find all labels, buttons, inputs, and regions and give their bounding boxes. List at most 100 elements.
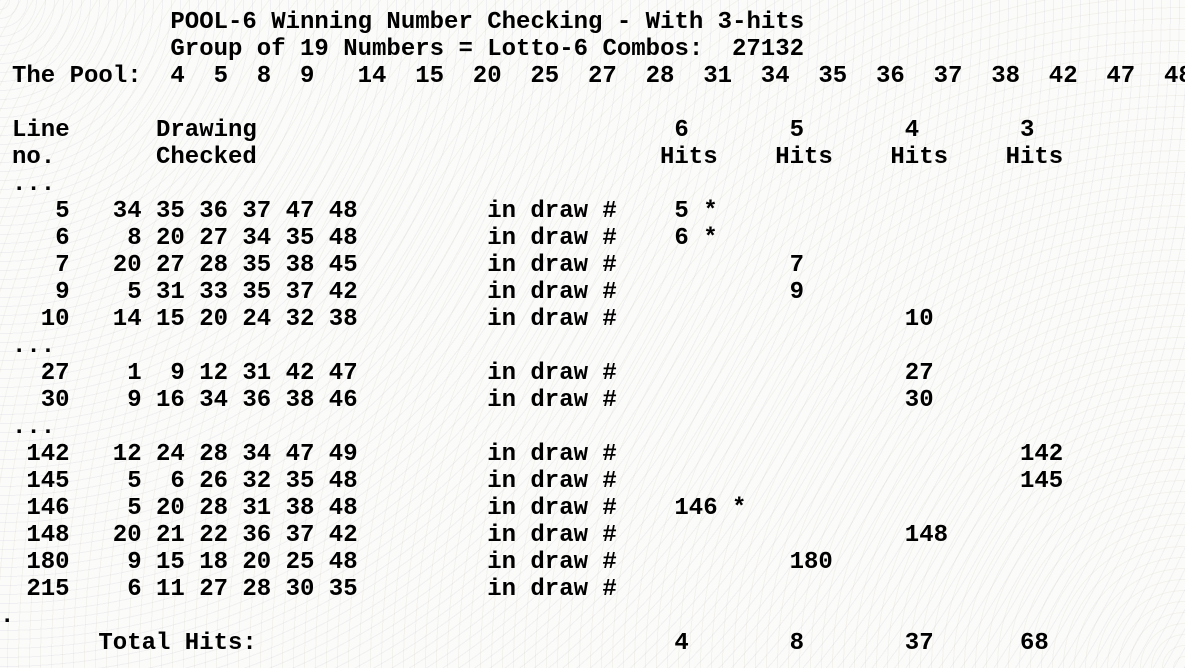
in-draw-label: in draw # <box>487 279 617 306</box>
drawn-number: 37 <box>285 522 315 549</box>
drawn-number: 5 <box>127 468 142 495</box>
drawn-number: 6 <box>127 576 142 603</box>
hit5-value: 7 <box>789 252 804 279</box>
hit4-value: 10 <box>904 306 934 333</box>
pool-number: 34 <box>760 63 790 90</box>
hit5-value: 180 <box>789 549 833 576</box>
pool-number: 4 <box>170 63 185 90</box>
drawn-number: 12 <box>112 441 142 468</box>
drawn-number: 27 <box>199 225 228 252</box>
drawn-number: 5 <box>127 279 142 306</box>
drawn-number: 47 <box>285 441 315 468</box>
pool-number: 9 <box>300 63 315 90</box>
hit6-value: 5 * <box>674 198 718 225</box>
drawn-number: 28 <box>199 252 228 279</box>
pool-label: The Pool: <box>12 63 142 90</box>
drawn-number: 48 <box>328 225 358 252</box>
drawn-number: 35 <box>242 279 272 306</box>
drawn-number: 28 <box>199 441 228 468</box>
ellipsis: ... <box>12 171 56 198</box>
drawn-number: 18 <box>199 549 228 576</box>
drawn-number: 42 <box>285 360 315 387</box>
hit4-value: 30 <box>904 387 934 414</box>
pool-number: 48 <box>1164 63 1185 90</box>
line-number: 27 <box>40 360 70 387</box>
line-number: 146 <box>26 495 70 522</box>
drawn-number: 31 <box>242 495 272 522</box>
hit5-value: 9 <box>789 279 804 306</box>
total-h3: 68 <box>1020 630 1049 657</box>
line-header: Line <box>12 117 70 144</box>
drawn-number: 38 <box>285 252 315 279</box>
in-draw-label: in draw # <box>487 495 617 522</box>
drawn-number: 46 <box>328 387 358 414</box>
in-draw-label: in draw # <box>487 387 617 414</box>
drawn-number: 31 <box>242 360 272 387</box>
pool-number: 25 <box>530 63 560 90</box>
ellipsis: ... <box>12 333 56 360</box>
hits-header-h6: 6 <box>674 117 689 144</box>
in-draw-label: in draw # <box>487 252 617 279</box>
drawn-number: 48 <box>328 198 358 225</box>
drawn-number: 35 <box>285 225 315 252</box>
hit6-value: 146 * <box>674 495 747 522</box>
hits-label: Hits <box>1005 144 1064 171</box>
combos-label: Group of 19 Numbers = Lotto-6 Combos: <box>170 36 704 63</box>
drawn-number: 42 <box>328 522 358 549</box>
in-draw-label: in draw # <box>487 225 617 252</box>
drawn-number: 26 <box>199 468 228 495</box>
line-number: 10 <box>40 306 70 333</box>
drawn-number: 24 <box>242 306 272 333</box>
line-number: 7 <box>55 252 70 279</box>
in-draw-label: in draw # <box>487 468 617 495</box>
drawn-number: 12 <box>199 360 228 387</box>
line-number: 6 <box>55 225 70 252</box>
ellipsis: ... <box>12 414 56 441</box>
drawn-number: 24 <box>156 441 185 468</box>
pool-number: 14 <box>357 63 387 90</box>
line-number: 142 <box>26 441 70 468</box>
drawn-number: 20 <box>242 549 272 576</box>
drawn-number: 36 <box>242 387 272 414</box>
pool-number: 47 <box>1106 63 1136 90</box>
in-draw-label: in draw # <box>487 522 617 549</box>
hits-header-h4: 4 <box>904 117 920 144</box>
drawn-number: 36 <box>199 198 228 225</box>
drawn-number: 30 <box>285 576 315 603</box>
drawn-number: 38 <box>285 387 315 414</box>
in-draw-label: in draw # <box>487 549 617 576</box>
page-title: POOL-6 Winning Number Checking - With 3-… <box>170 9 805 36</box>
drawn-number: 34 <box>242 441 272 468</box>
hits-label: Hits <box>775 144 833 171</box>
drawn-number: 28 <box>242 576 272 603</box>
drawn-number: 32 <box>242 468 272 495</box>
drawn-number: 34 <box>112 198 142 225</box>
drawn-number: 15 <box>156 549 185 576</box>
in-draw-label: in draw # <box>487 306 617 333</box>
drawn-number: 1 <box>127 360 142 387</box>
drawn-number: 25 <box>285 549 315 576</box>
in-draw-label: in draw # <box>487 576 617 603</box>
drawn-number: 21 <box>156 522 185 549</box>
drawn-number: 15 <box>156 306 185 333</box>
drawn-number: 22 <box>199 522 228 549</box>
hit6-value: 6 * <box>674 225 718 252</box>
drawn-number: 48 <box>328 549 358 576</box>
drawn-number: 31 <box>156 279 185 306</box>
drawn-number: 8 <box>127 225 142 252</box>
drawn-number: 20 <box>156 225 185 252</box>
drawn-number: 36 <box>242 522 272 549</box>
hits-label: Hits <box>660 144 718 171</box>
drawn-number: 5 <box>127 495 142 522</box>
drawn-number: 27 <box>199 576 228 603</box>
drawn-number: 32 <box>285 306 315 333</box>
drawn-number: 47 <box>328 360 358 387</box>
drawn-number: 38 <box>285 495 315 522</box>
drawing-header: Drawing <box>156 117 257 144</box>
drawn-number: 14 <box>112 306 142 333</box>
drawn-number: 47 <box>285 198 315 225</box>
drawn-number: 20 <box>112 522 142 549</box>
line-number: 145 <box>26 468 70 495</box>
line-number: 9 <box>55 279 70 306</box>
drawing-header-2: Checked <box>156 144 257 171</box>
